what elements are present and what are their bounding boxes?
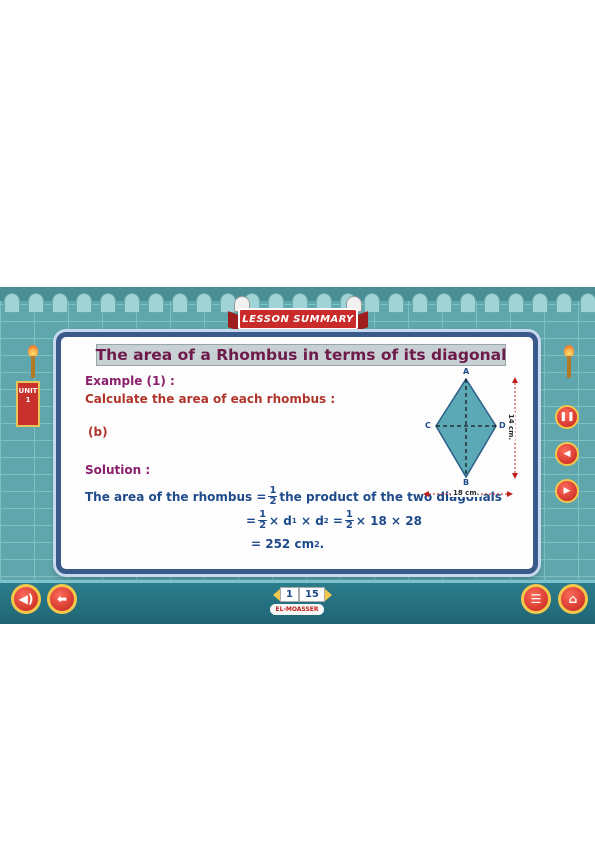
- crenel: [460, 293, 476, 313]
- instruction-text: Calculate the area of each rhombus :: [85, 392, 336, 406]
- back-button[interactable]: ⬅: [47, 584, 77, 614]
- prev-page-icon[interactable]: [273, 588, 280, 601]
- menu-button[interactable]: ☰: [521, 584, 551, 614]
- equation-line-3: = 252 cm 2.: [251, 537, 325, 551]
- example-label: Example (1) :: [85, 374, 175, 388]
- arrow-left-icon: [423, 491, 429, 497]
- vertex-a: A: [463, 367, 470, 376]
- back-arrow-icon: ⬅: [56, 592, 68, 606]
- torch-icon: [563, 345, 575, 379]
- crenel: [52, 293, 68, 313]
- lesson-board: The area of a Rhombus in terms of its di…: [56, 332, 538, 574]
- rewind-button[interactable]: ◀: [555, 442, 579, 466]
- crenel: [28, 293, 44, 313]
- unit-number: 1: [25, 396, 31, 404]
- crenel: [4, 293, 20, 313]
- crenel: [484, 293, 500, 313]
- lesson-stage: UNIT 1 LESSON SUMMARY The area of a Rhom…: [0, 287, 595, 624]
- arrow-right-icon: [507, 491, 513, 497]
- arrow-up-icon: [512, 377, 518, 383]
- forward-button[interactable]: ▶: [555, 479, 579, 503]
- part-label: (b): [88, 425, 108, 439]
- crenel: [412, 293, 428, 313]
- page-indicator: 1 15: [273, 587, 332, 602]
- sound-button[interactable]: ◀): [11, 584, 41, 614]
- crenel: [148, 293, 164, 313]
- home-icon: ⌂: [568, 592, 578, 606]
- forward-icon: ▶: [563, 486, 571, 496]
- crenel: [580, 293, 595, 313]
- menu-icon: ☰: [530, 592, 542, 606]
- vertex-d: D: [499, 421, 506, 430]
- crenel: [532, 293, 548, 313]
- unit-banner: UNIT 1: [16, 381, 40, 427]
- next-page-icon[interactable]: [324, 588, 332, 601]
- lesson-summary-ribbon: LESSON SUMMARY: [228, 296, 368, 336]
- solution-label: Solution :: [85, 463, 151, 477]
- ribbon-label: LESSON SUMMARY: [238, 308, 358, 330]
- publisher-logo: EL-MOASSER: [270, 604, 324, 615]
- horizontal-dimension-label: 18 cm.: [451, 489, 482, 497]
- crenel: [388, 293, 404, 313]
- equation-line-2: = 1 2 × d1 × d2 = 1 2 × 18 × 28: [246, 509, 422, 531]
- arrow-down-icon: [512, 473, 518, 479]
- vertical-dimension-label: 14 cm.: [507, 411, 516, 443]
- vertex-c: C: [425, 421, 431, 430]
- lesson-title: The area of a Rhombus in terms of its di…: [95, 344, 507, 366]
- pause-icon: ❚❚: [559, 412, 575, 422]
- crenel: [100, 293, 116, 313]
- fraction-half: 1 2: [268, 485, 278, 507]
- torch-icon: [27, 345, 39, 379]
- crenel: [508, 293, 524, 313]
- current-page: 1: [280, 587, 299, 602]
- crenel: [124, 293, 140, 313]
- total-pages: 15: [298, 587, 325, 602]
- rhombus-diagram: A B C D 18 cm. 14 cm.: [423, 367, 527, 506]
- crenel: [436, 293, 452, 313]
- line1-start: The area of the rhombus =: [85, 489, 267, 504]
- unit-label: UNIT: [18, 387, 38, 395]
- speaker-icon: ◀): [18, 592, 34, 606]
- fraction-half: 1 2: [258, 509, 268, 531]
- crenel: [196, 293, 212, 313]
- fraction-half: 1 2: [344, 509, 354, 531]
- crenel: [172, 293, 188, 313]
- rewind-icon: ◀: [563, 449, 571, 459]
- pause-button[interactable]: ❚❚: [555, 405, 579, 429]
- home-button[interactable]: ⌂: [558, 584, 588, 614]
- vertex-b: B: [463, 478, 470, 487]
- crenel: [76, 293, 92, 313]
- crenel: [556, 293, 572, 313]
